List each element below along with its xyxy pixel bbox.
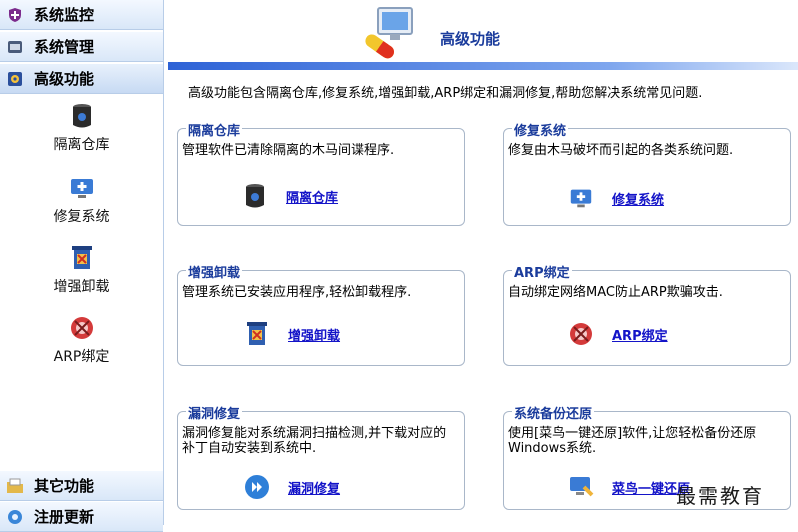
sidebar-item-label: ARP绑定 [53,349,110,365]
panel-description: 使用[菜鸟一键还原]软件,让您轻松备份还原Windows系统. [508,426,757,456]
panel-title: 修复系统 [512,120,569,139]
panel-title: ARP绑定 [512,262,572,281]
panel-description: 修复由木马破坏而引起的各类系统问题. [508,143,734,158]
sidebar-cat-label: 高级功能 [34,70,95,88]
sidebar-cat-other[interactable]: 其它功能 [0,471,163,501]
panel-link-row: 增强卸载 [244,321,340,347]
play-icon [244,474,270,500]
panel-link-row: 漏洞修复 [244,474,340,500]
arp-link[interactable]: ARP绑定 [612,325,668,344]
page-title: 高级功能 [440,30,501,48]
sidebar: 系统监控 系统管理 高级功能 隔离仓库 修复系统 增强卸载 ARP绑定 其它功能… [0,0,164,532]
advanced-header-icon [362,6,422,62]
sidebar-item-arp[interactable]: ARP绑定 [0,312,163,366]
folder-icon [6,477,24,495]
arp-panel: ARP绑定 自动绑定网络MAC防止ARP欺骗攻击. ARP绑定 [503,262,791,366]
sidebar-cat-label: 系统监控 [34,6,95,24]
arp-icon [65,312,99,344]
header-divider [168,62,798,70]
shield-icon [6,6,24,24]
vuln-panel: 漏洞修复 漏洞修复能对系统漏洞扫描检测,并下载对应的补丁自动安装到系统中. 漏洞… [177,403,465,510]
sidebar-cat-label: 其它功能 [34,477,95,495]
watermark-text: 最需教育 [676,484,764,508]
sidebar-item-label: 增强卸载 [53,279,110,295]
uninstall-panel: 增强卸载 管理系统已安装应用程序,轻松卸载程序. 增强卸载 [177,262,465,366]
panel-title: 系统备份还原 [512,403,595,422]
repair-icon [568,185,594,211]
update-icon [6,508,24,526]
panel-description: 管理系统已安装应用程序,轻松卸载程序. [182,285,412,300]
backup-icon [568,474,594,500]
uninstall-link[interactable]: 增强卸载 [288,325,340,344]
panel-link-row: 菜鸟一键还原 [568,474,690,500]
repair-link[interactable]: 修复系统 [612,189,664,208]
sidebar-item-label: 修复系统 [53,209,110,225]
panel-title: 漏洞修复 [186,403,243,422]
panel-title: 隔离仓库 [186,120,243,139]
panel-description: 管理软件已清除隔离的木马间谍程序. [182,143,395,158]
sidebar-item-quarantine[interactable]: 隔离仓库 [0,100,163,154]
sidebar-cat-update[interactable]: 注册更新 [0,502,163,532]
vuln-link[interactable]: 漏洞修复 [288,478,340,497]
quarantine-icon [242,183,268,209]
repair-icon [65,172,99,204]
sidebar-item-label: 隔离仓库 [53,137,110,153]
sidebar-cat-label: 注册更新 [34,508,95,526]
sidebar-item-repair[interactable]: 修复系统 [0,172,163,226]
uninstall-icon [65,242,99,274]
arp-icon [568,321,594,347]
panel-description: 漏洞修复能对系统漏洞扫描检测,并下载对应的补丁自动安装到系统中. [182,426,447,456]
sidebar-cat-system-monitor[interactable]: 系统监控 [0,0,163,30]
panel-link-row: 修复系统 [568,185,664,211]
sidebar-item-uninstall[interactable]: 增强卸载 [0,242,163,296]
manage-icon [6,38,24,56]
quarantine-icon [65,100,99,132]
quarantine-link[interactable]: 隔离仓库 [286,187,338,206]
panel-description: 自动绑定网络MAC防止ARP欺骗攻击. [508,285,723,300]
gear-icon [6,70,24,88]
sidebar-cat-advanced[interactable]: 高级功能 [0,64,163,94]
panel-title: 增强卸载 [186,262,243,281]
panel-link-row: 隔离仓库 [242,183,338,209]
intro-text: 高级功能包含隔离仓库,修复系统,增强卸载,ARP绑定和漏洞修复,帮助您解决系统常… [188,86,703,101]
quarantine-panel: 隔离仓库 管理软件已清除隔离的木马间谍程序. 隔离仓库 [177,120,465,226]
sidebar-cat-label: 系统管理 [34,38,95,56]
panel-link-row: ARP绑定 [568,321,668,347]
uninstall-icon [244,321,270,347]
sidebar-cat-system-manage[interactable]: 系统管理 [0,32,163,62]
repair-panel: 修复系统 修复由木马破坏而引起的各类系统问题. 修复系统 [503,120,791,226]
